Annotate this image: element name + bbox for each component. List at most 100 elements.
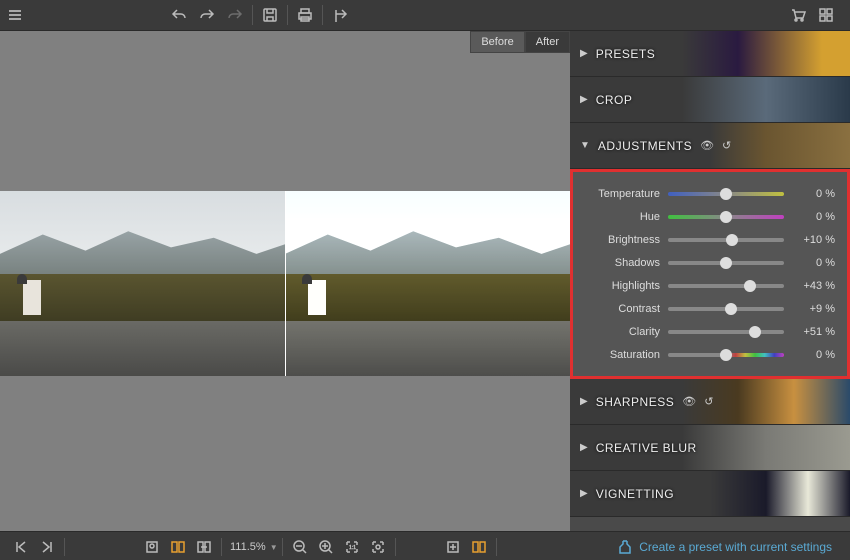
slider-row-contrast: Contrast +9 %: [585, 297, 835, 320]
image-before: [0, 191, 285, 376]
slider-thumb[interactable]: [720, 257, 732, 269]
slider-thumb[interactable]: [744, 280, 756, 292]
first-button[interactable]: [8, 532, 34, 560]
single-view-button[interactable]: [139, 532, 165, 560]
slider-label: Temperature: [585, 188, 668, 200]
slider-label: Contrast: [585, 303, 668, 315]
redo-button[interactable]: [193, 0, 221, 30]
panel-title: SHARPNESS: [596, 395, 675, 409]
chevron-right-icon: ▶: [580, 442, 588, 453]
slider-thumb[interactable]: [720, 349, 732, 361]
compare-divider[interactable]: [285, 191, 286, 376]
create-preset-label: Create a preset with current settings: [639, 540, 832, 554]
chevron-right-icon: ▶: [580, 488, 588, 499]
slider-label: Highlights: [585, 280, 668, 292]
slider-row-clarity: Clarity +51 %: [585, 320, 835, 343]
zoom-fit-button[interactable]: [365, 532, 391, 560]
zoom-level[interactable]: 111.5%: [226, 541, 270, 553]
split-view-button[interactable]: [165, 532, 191, 560]
last-button[interactable]: [34, 532, 60, 560]
share-button[interactable]: [326, 0, 354, 30]
separator: [395, 538, 396, 556]
panel-adjustments[interactable]: ▼ ADJUSTMENTS 👁 ↺: [570, 123, 850, 169]
zoom-out-button[interactable]: [287, 532, 313, 560]
redo-alt-button[interactable]: [221, 0, 249, 30]
undo-button[interactable]: [165, 0, 193, 30]
slider-value: 0 %: [784, 349, 835, 361]
add-button[interactable]: [440, 532, 466, 560]
cart-button[interactable]: [784, 0, 812, 30]
slider-value: +51 %: [784, 326, 835, 338]
eye-icon[interactable]: 👁: [700, 139, 714, 152]
slider-track[interactable]: [668, 284, 784, 288]
bottom-toolbar: 111.5% ▼ 1:1 Create a preset with curren…: [0, 531, 850, 560]
slider-track[interactable]: [668, 353, 784, 357]
panel-crop[interactable]: ▶ CROP: [570, 77, 850, 123]
slider-label: Saturation: [585, 349, 668, 361]
canvas-area: Before After: [0, 31, 570, 531]
separator: [322, 5, 323, 25]
grid-button[interactable]: [812, 0, 840, 30]
slider-thumb[interactable]: [725, 303, 737, 315]
separator: [64, 538, 65, 556]
top-toolbar: [0, 0, 850, 31]
slider-track[interactable]: [668, 307, 784, 311]
slider-track[interactable]: [668, 330, 784, 334]
panel-title: CROP: [596, 93, 633, 107]
svg-text:1:1: 1:1: [349, 545, 356, 551]
slider-row-saturation: Saturation 0 %: [585, 343, 835, 366]
slider-row-brightness: Brightness+10 %: [585, 228, 835, 251]
batch-button[interactable]: [466, 532, 492, 560]
panel-title: ADJUSTMENTS: [598, 139, 692, 153]
slider-thumb[interactable]: [720, 188, 732, 200]
slider-label: Shadows: [585, 257, 668, 269]
zoom-actual-button[interactable]: 1:1: [339, 532, 365, 560]
slider-value: +43 %: [784, 280, 835, 292]
panel-vignetting[interactable]: ▶ VIGNETTING: [570, 471, 850, 517]
slider-thumb[interactable]: [749, 326, 761, 338]
slider-value: 0 %: [784, 188, 835, 200]
create-preset-link[interactable]: Create a preset with current settings: [617, 539, 842, 555]
slider-value: +9 %: [784, 303, 835, 315]
slider-row-shadows: Shadows 0 %: [585, 251, 835, 274]
slider-label: Brightness: [585, 234, 668, 246]
tab-before[interactable]: Before: [470, 31, 524, 53]
slider-track[interactable]: [668, 192, 784, 196]
panel-title: CREATIVE BLUR: [596, 441, 697, 455]
compare-view-button[interactable]: [191, 532, 217, 560]
image-compare: [0, 191, 570, 376]
separator: [252, 5, 253, 25]
zoom-in-button[interactable]: [313, 532, 339, 560]
chevron-down-icon[interactable]: ▼: [270, 543, 278, 552]
chevron-down-icon: ▼: [580, 140, 590, 151]
panel-title: VIGNETTING: [596, 487, 674, 501]
reset-icon[interactable]: ↺: [722, 139, 731, 152]
separator: [282, 538, 283, 556]
eye-icon[interactable]: 👁: [682, 395, 696, 408]
chevron-right-icon: ▶: [580, 94, 588, 105]
slider-track[interactable]: [668, 238, 784, 242]
compare-tabs: Before After: [470, 31, 570, 53]
panel-creative-blur[interactable]: ▶ CREATIVE BLUR: [570, 425, 850, 471]
separator: [221, 538, 222, 556]
reset-icon[interactable]: ↺: [704, 395, 713, 408]
separator: [287, 5, 288, 25]
chevron-right-icon: ▶: [580, 396, 588, 407]
slider-track[interactable]: [668, 261, 784, 265]
slider-row-temperature: Temperature 0 %: [585, 182, 835, 205]
image-after: [285, 191, 570, 376]
tab-after[interactable]: After: [525, 31, 570, 53]
main-area: Before After ▶ PRESETS ▶ CROP ▼ ADJUSTME…: [0, 31, 850, 531]
menu-button[interactable]: [0, 0, 30, 30]
slider-label: Clarity: [585, 326, 668, 338]
panel-presets[interactable]: ▶ PRESETS: [570, 31, 850, 77]
panel-sharpness[interactable]: ▶ SHARPNESS 👁 ↺: [570, 379, 850, 425]
save-button[interactable]: [256, 0, 284, 30]
slider-track[interactable]: [668, 215, 784, 219]
slider-value: 0 %: [784, 257, 835, 269]
slider-thumb[interactable]: [720, 211, 732, 223]
separator: [496, 538, 497, 556]
side-panel: ▶ PRESETS ▶ CROP ▼ ADJUSTMENTS 👁 ↺ Tempe…: [570, 31, 850, 531]
slider-thumb[interactable]: [726, 234, 738, 246]
print-button[interactable]: [291, 0, 319, 30]
